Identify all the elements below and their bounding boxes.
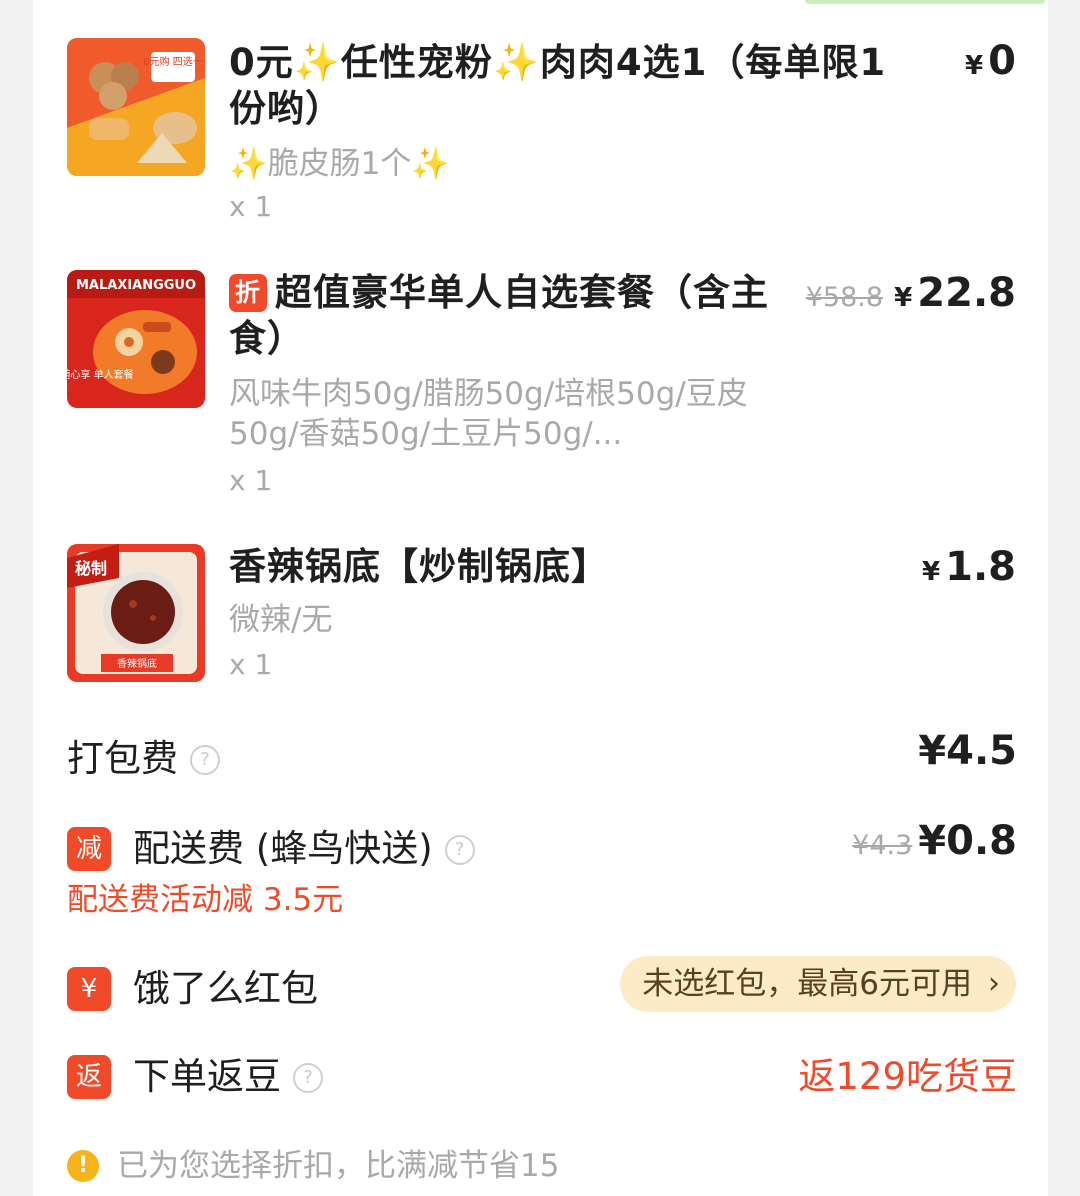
order-item-2[interactable]: 秘制 香辣锅底 香辣锅底【炒制锅底】 微辣/无 x 1 ¥ 1.8 [33, 544, 1048, 694]
item-title: 香辣锅底【炒制锅底】 [229, 545, 609, 588]
food-thumbnail-icon: 秘制 香辣锅底 [67, 544, 205, 682]
item-title-text: 超值豪华单人自选套餐（含主食） [229, 271, 769, 360]
thumb-brand: MALAXIANGGUO [76, 278, 196, 293]
bean-reward-row: 返下单返豆? 返129吃货豆 [67, 1046, 1017, 1102]
help-icon[interactable]: ? [444, 835, 475, 865]
top-accent-bar [805, 0, 1045, 4]
item-spec: ✨脆皮肠1个✨ [229, 146, 450, 182]
item-title: 0元✨任性宠粉✨肉肉4选1（每单限1份哟） [229, 41, 887, 130]
packing-fee-row: 打包费? ¥4.5 [67, 728, 1017, 782]
item-price: ¥ 0 [965, 38, 1016, 84]
thumb-label: 0元购 四选一 [143, 55, 203, 68]
delivery-original-price: ¥4.3 [852, 830, 913, 861]
info-icon: ! [67, 1150, 99, 1182]
bean-reward-value: 返129吃货豆 [798, 1055, 1017, 1098]
discount-tag: 折 [229, 274, 267, 312]
yen-badge-icon: ¥ [67, 967, 111, 1011]
savings-tip-text: 已为您选择折扣，比满减节省15 [117, 1148, 560, 1184]
delivery-discount-note: 配送费活动减 3.5元 [67, 882, 344, 918]
delivery-fee-value: ¥0.8 [918, 818, 1017, 864]
thumb-label: 秘制 [75, 559, 107, 578]
currency-symbol: ¥ [921, 557, 941, 587]
currency-symbol: ¥ [894, 283, 913, 313]
savings-tip: ! 已为您选择折扣，比满减节省15 [67, 1140, 1017, 1184]
reduce-badge-icon: 减 [67, 827, 111, 871]
return-badge-icon: 返 [67, 1055, 111, 1099]
item-price: ¥ 1.8 [922, 544, 1016, 590]
thumb-sub: 香辣锅底 [117, 657, 157, 670]
delivery-fee-price: ¥4.3 ¥0.8 [852, 818, 1017, 864]
price-amount: 22.8 [917, 270, 1016, 316]
original-price: ¥58.8 [805, 282, 884, 313]
red-packet-pill-text: 未选红包，最高6元可用 [642, 966, 972, 1002]
bean-reward-label: 下单返豆 [133, 1055, 281, 1098]
red-packet-selector[interactable]: 未选红包，最高6元可用 › [620, 956, 1016, 1012]
order-item-0[interactable]: 0元购 四选一 0元✨任性宠粉✨肉肉4选1（每单限1份哟） ✨脆皮肠1个✨ x … [33, 38, 1048, 228]
order-item-1[interactable]: MALAXIANGGUO 随心享 单人套餐 折超值豪华单人自选套餐（含主食） 风… [33, 270, 1048, 500]
item-title: 折超值豪华单人自选套餐（含主食） [229, 270, 789, 362]
item-spec: 微辣/无 [229, 602, 333, 638]
item-qty: x 1 [229, 190, 273, 223]
delivery-fee-row: 减配送费 (蜂鸟快送)? ¥4.3 ¥0.8 [67, 818, 1017, 872]
chevron-right-icon: › [988, 966, 1000, 1001]
help-icon[interactable]: ? [190, 745, 220, 775]
red-packet-label: 饿了么红包 [133, 967, 318, 1010]
item-qty: x 1 [229, 648, 273, 681]
price-amount: 1.8 [945, 544, 1016, 590]
food-thumbnail-icon: MALAXIANGGUO 随心享 单人套餐 [67, 270, 205, 408]
help-icon[interactable]: ? [293, 1063, 323, 1093]
currency-symbol: ¥ [964, 51, 984, 81]
delivery-fee-label: 配送费 (蜂鸟快送) [133, 827, 433, 870]
item-price: ¥58.8 ¥ 22.8 [806, 270, 1016, 316]
food-thumbnail-icon: 0元购 四选一 [67, 38, 205, 176]
item-qty: x 1 [229, 464, 273, 497]
order-card: 0元购 四选一 0元✨任性宠粉✨肉肉4选1（每单限1份哟） ✨脆皮肠1个✨ x … [33, 0, 1048, 1196]
packing-fee-label: 打包费 [67, 737, 178, 780]
price-amount: 0 [988, 38, 1016, 84]
thumb-sub: 随心享 单人套餐 [67, 368, 134, 381]
item-spec: 风味牛肉50g/腊肠50g/培根50g/豆皮50g/香菇50g/土豆片50g/.… [229, 376, 748, 452]
packing-fee-value: ¥4.5 [918, 728, 1017, 774]
